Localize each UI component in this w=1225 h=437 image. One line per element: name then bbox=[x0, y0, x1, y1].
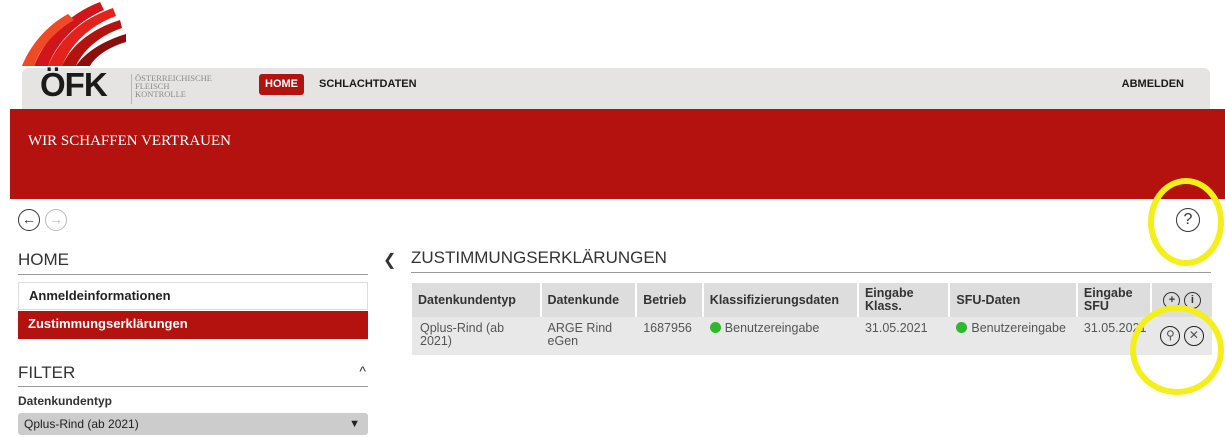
logo-divider bbox=[131, 74, 132, 104]
table-header-row: Datenkundentyp Datenkunde Betrieb Klassi… bbox=[412, 283, 1212, 317]
column-header[interactable]: Eingabe Klass. bbox=[856, 283, 949, 317]
logout-link[interactable]: ABMELDEN bbox=[1122, 74, 1184, 95]
collapse-sidebar-icon[interactable]: ❮ bbox=[383, 250, 396, 270]
sidebar-title: HOME bbox=[18, 250, 368, 275]
status-dot bbox=[956, 322, 968, 333]
cell-betrieb: 1687956 bbox=[635, 317, 702, 355]
status-dot bbox=[709, 322, 721, 333]
highlight-circle bbox=[1130, 305, 1224, 395]
arrow-right-circle-icon: → bbox=[49, 211, 63, 227]
column-header[interactable]: Betrieb bbox=[635, 283, 702, 317]
top-navbar: ÖFK ÖSTERREICHISCHE FLEISCH KONTROLLE HO… bbox=[22, 66, 1210, 109]
column-header[interactable]: Eingabe SFU bbox=[1075, 283, 1151, 317]
select-value: Qplus-Rind (ab 2021) bbox=[24, 417, 139, 431]
filter-section-header[interactable]: FILTER ^ bbox=[18, 363, 368, 387]
cell-klassifizierungsdaten: Benutzereingabe bbox=[701, 317, 857, 355]
ofk-logo-graphic bbox=[22, 2, 126, 66]
cell-eingabe-klass: 31.05.2021 bbox=[856, 317, 949, 355]
nav-schlachtdaten-link[interactable]: SCHLACHTDATEN bbox=[319, 74, 417, 95]
filter-title: FILTER bbox=[18, 363, 76, 382]
org-name: ÖSTERREICHISCHE FLEISCH KONTROLLE bbox=[135, 74, 212, 99]
forward-button[interactable]: → bbox=[45, 209, 67, 231]
chevron-down-icon: ▼ bbox=[349, 418, 360, 430]
filter-field-label: Datenkundentyp bbox=[18, 394, 113, 408]
logo-text[interactable]: ÖFK bbox=[40, 66, 108, 104]
nav-home-link[interactable]: HOME bbox=[259, 74, 304, 95]
column-header[interactable]: Datenkunde bbox=[539, 283, 636, 317]
datenkundentyp-select[interactable]: Qplus-Rind (ab 2021) ▼ bbox=[18, 413, 368, 435]
cell-datenkundentyp: Qplus-Rind (ab 2021) bbox=[412, 317, 540, 355]
status-text: Benutzereingabe bbox=[724, 321, 820, 335]
sidebar-item-anmeldeinformationen[interactable]: Anmeldeinformationen bbox=[18, 282, 368, 310]
page-title: ZUSTIMMUNGSERKLÄRUNGEN bbox=[411, 248, 1211, 273]
consent-table: Datenkundentyp Datenkunde Betrieb Klassi… bbox=[412, 283, 1212, 355]
arrow-left-circle-icon: ← bbox=[22, 211, 36, 227]
column-header[interactable]: Datenkundentyp bbox=[412, 283, 540, 317]
cell-datenkunde: ARGE Rind eGen bbox=[539, 317, 636, 355]
status-text: Benutzereingabe bbox=[971, 321, 1066, 335]
cell-sfu-daten: Benutzereingabe bbox=[948, 317, 1076, 355]
org-name-line: KONTROLLE bbox=[135, 89, 186, 99]
table-row[interactable]: Qplus-Rind (ab 2021) ARGE Rind eGen 1687… bbox=[412, 317, 1212, 355]
hero-banner: WIR SCHAFFEN VERTRAUEN bbox=[10, 109, 1225, 199]
column-header[interactable]: Klassifizierungsdaten bbox=[701, 283, 857, 317]
sidebar-item-zustimmungserklaerungen[interactable]: Zustimmungserklärungen bbox=[18, 311, 368, 339]
column-header[interactable]: SFU-Daten bbox=[948, 283, 1076, 317]
back-button[interactable]: ← bbox=[18, 209, 40, 231]
slogan: WIR SCHAFFEN VERTRAUEN bbox=[28, 133, 232, 149]
chevron-up-icon[interactable]: ^ bbox=[359, 363, 366, 379]
